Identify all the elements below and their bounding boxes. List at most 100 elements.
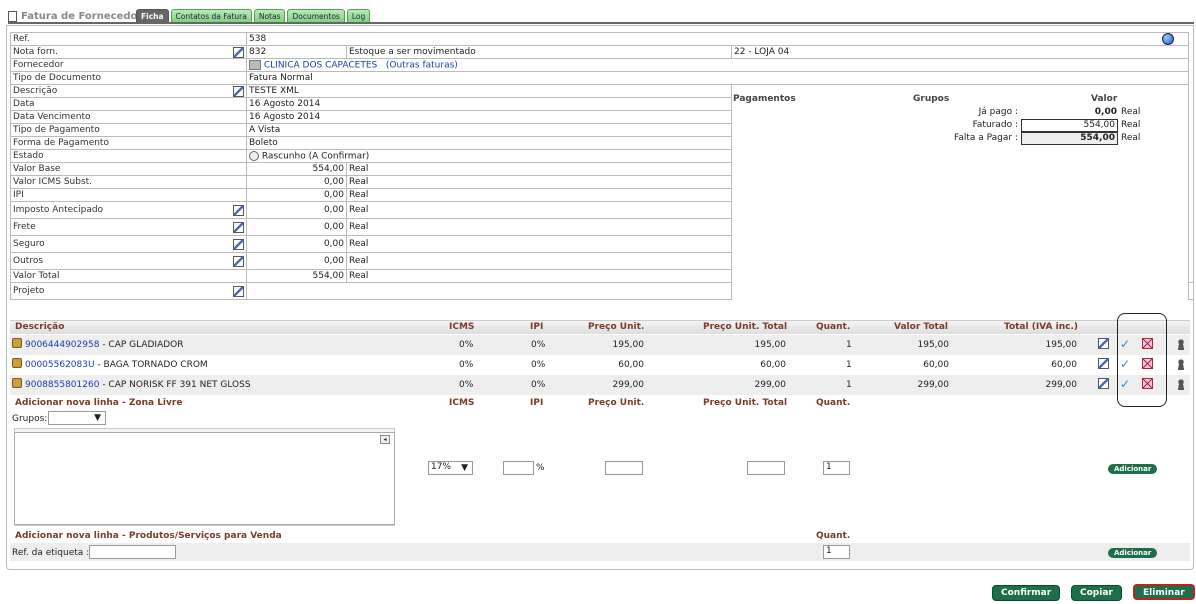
add-free-q: Quant.: [816, 398, 851, 408]
row-descricao: Descrição TESTE XML: [10, 84, 1194, 300]
copy-button[interactable]: Copiar: [1071, 585, 1122, 601]
seguro-label: Seguro: [13, 239, 45, 249]
pagamentos-header: Pagamentos: [733, 94, 796, 104]
collapse-arrow-icon[interactable]: ◂: [380, 435, 390, 444]
tab-documentos[interactable]: Documentos: [287, 9, 345, 23]
falta-currency: Real: [1121, 133, 1141, 143]
fornecedor-link[interactable]: CLINICA DOS CAPACETES: [264, 60, 377, 70]
grupos-select[interactable]: ▼: [48, 411, 106, 425]
product-box-icon: [12, 338, 22, 348]
data-venc-value: 16 Agosto 2014: [246, 110, 732, 124]
fornecedor-cell: CLINICA DOS CAPACETES (Outras faturas): [246, 58, 1189, 72]
imposto-currency: Real: [346, 201, 732, 219]
item-preco-unit-total: 60,00: [760, 360, 786, 370]
ipi-label: IPI: [10, 188, 247, 202]
preco-unit-total-input[interactable]: [747, 461, 785, 475]
page-title: Fatura de Fornecedor: [21, 10, 143, 22]
item-icms: 0%: [459, 360, 474, 370]
edit-frete-icon[interactable]: [233, 222, 244, 233]
nota-label: Nota forn.: [13, 47, 58, 57]
icms-subst-value: 0,00: [246, 175, 347, 189]
item-code-link[interactable]: 9008855801260: [25, 380, 99, 390]
descricao-value: TESTE XML: [246, 84, 732, 98]
ref-etiqueta-input[interactable]: [89, 545, 176, 559]
table-row: 9008855801260 - CAP NORISK FF 391 NET GL…: [10, 375, 1190, 395]
col-quant: Quant.: [816, 322, 851, 332]
edit-outros-icon[interactable]: [233, 256, 244, 267]
icms-select-value: 17%: [431, 462, 452, 472]
spacer-cell: [1188, 269, 1194, 283]
edit-row-icon[interactable]: [1098, 358, 1109, 369]
table-row: 00005562083U - BAGA TORNADO CROM 0% 0% 6…: [10, 355, 1190, 375]
delete-button[interactable]: Eliminar: [1133, 584, 1195, 600]
person-icon[interactable]: [1177, 339, 1185, 350]
person-icon[interactable]: [1177, 379, 1185, 390]
projeto-value: [246, 282, 732, 300]
outras-faturas-link[interactable]: (Outras faturas): [386, 60, 458, 70]
add-product-button[interactable]: Adicionar: [1108, 548, 1158, 558]
item-code-link[interactable]: 9006444902958: [25, 340, 99, 350]
add-free-button[interactable]: Adicionar: [1108, 464, 1158, 474]
company-icon: [249, 59, 261, 70]
tab-log[interactable]: Log: [346, 9, 371, 23]
item-total-iva: 60,00: [1051, 360, 1077, 370]
seguro-value: 0,00: [246, 235, 347, 253]
item-code-link[interactable]: 00005562083U: [25, 360, 95, 370]
icms-subst-label: Valor ICMS Subst.: [10, 175, 247, 189]
frete-value: 0,00: [246, 218, 347, 236]
item-quant: 1: [846, 360, 852, 370]
add-free-put: Preço Unit. Total: [703, 398, 788, 408]
free-line-textarea[interactable]: [14, 432, 395, 525]
add-products-bar: [10, 543, 1190, 561]
tipo-doc-label: Tipo de Documento: [10, 71, 247, 85]
item-ipi: 0%: [531, 380, 546, 390]
edit-nota-icon[interactable]: [233, 47, 244, 58]
tab-bar: Ficha Contatos da Fatura Notas Documento…: [136, 9, 371, 23]
row-ref: Ref. 538: [10, 32, 1194, 46]
estado-value: Rascunho (A Confirmar): [261, 151, 370, 162]
seguro-currency: Real: [346, 235, 732, 253]
item-valor-total: 195,00: [917, 340, 950, 350]
estado-cell: Rascunho (A Confirmar): [246, 149, 732, 163]
item-desc: - BAGA TORNADO CROM: [94, 360, 208, 370]
ipi-input[interactable]: [503, 461, 534, 475]
faturado-currency: Real: [1121, 120, 1141, 130]
ref-label: Ref.: [10, 32, 247, 46]
item-cell: 9008855801260 - CAP NORISK FF 391 NET GL…: [25, 380, 251, 390]
faturado-row: Faturado : 554,00 Real: [733, 119, 1188, 132]
tab-notas[interactable]: Notas: [253, 9, 286, 23]
edit-imposto-icon[interactable]: [233, 205, 244, 216]
descricao-label: Descrição: [13, 86, 58, 96]
product-box-icon: [12, 358, 22, 368]
confirm-button[interactable]: Confirmar: [992, 585, 1061, 601]
outros-label: Outros: [13, 256, 44, 266]
edit-seguro-icon[interactable]: [233, 239, 244, 250]
icms-select[interactable]: 17% ▼: [428, 461, 473, 475]
col-ipi: IPI: [530, 322, 544, 332]
document-icon: [8, 10, 17, 22]
tab-ficha[interactable]: Ficha: [136, 9, 169, 23]
quant-input[interactable]: 1: [823, 461, 850, 475]
estoque-value: 22 - LOJA 04: [731, 45, 1189, 59]
valor-base-label: Valor Base: [10, 162, 247, 176]
item-total-iva: 195,00: [1045, 340, 1078, 350]
edit-row-icon[interactable]: [1098, 338, 1109, 349]
chevron-down-icon: ▼: [461, 463, 468, 473]
projeto-label: Projeto: [13, 286, 45, 296]
edit-descricao-icon[interactable]: [233, 86, 244, 97]
imposto-value: 0,00: [246, 201, 347, 219]
preco-unit-input[interactable]: [605, 461, 643, 475]
valor-header: Valor: [1091, 94, 1118, 104]
tab-contatos-fatura[interactable]: Contatos da Fatura: [170, 9, 252, 23]
quant-product-input[interactable]: 1: [823, 545, 850, 559]
person-icon[interactable]: [1177, 359, 1185, 370]
valor-base-value: 554,00: [246, 162, 347, 176]
edit-projeto-icon[interactable]: [233, 286, 244, 297]
edit-row-icon[interactable]: [1098, 378, 1109, 389]
imposto-label-cell: Imposto Antecipado: [10, 201, 247, 219]
item-preco-unit-total: 195,00: [754, 340, 787, 350]
ja-pago-row: Já pago : 0,00 Real: [733, 106, 1188, 119]
ipi-currency: Real: [346, 188, 732, 202]
faturado-label: Faturado :: [972, 120, 1018, 130]
frete-label-cell: Frete: [10, 218, 247, 236]
